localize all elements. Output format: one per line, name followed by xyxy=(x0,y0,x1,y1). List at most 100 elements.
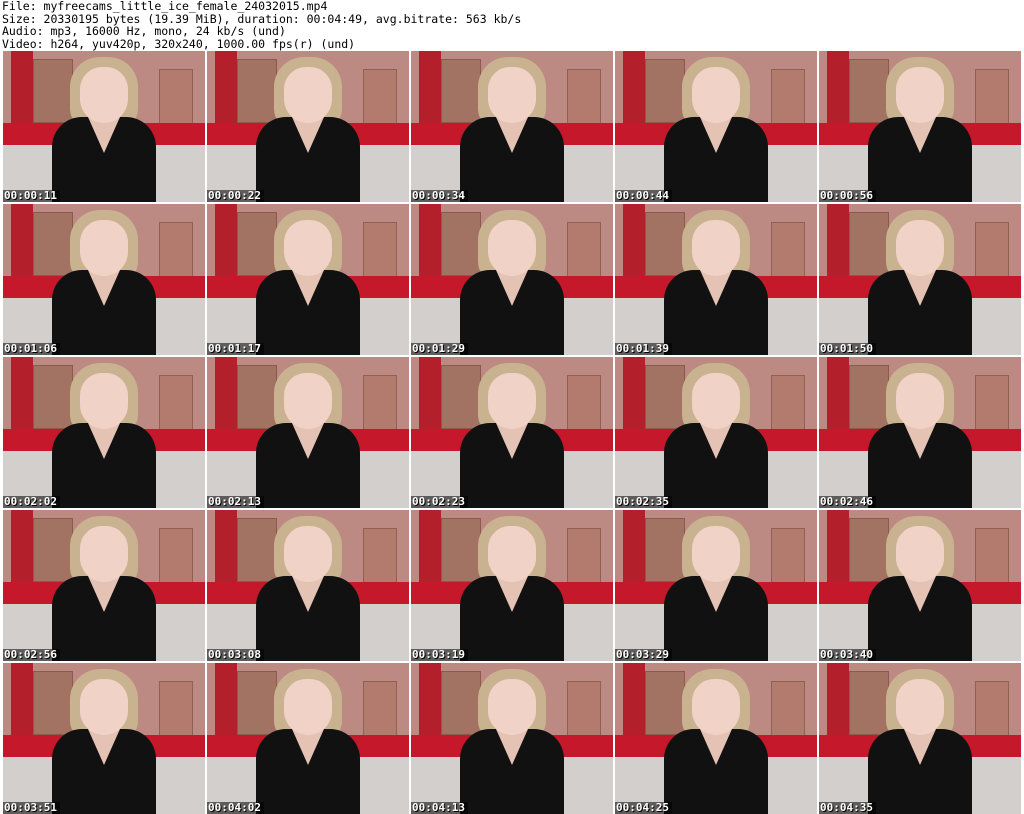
thumbnail-timestamp: 00:00:11 xyxy=(3,190,60,202)
thumbnail-timestamp: 00:02:56 xyxy=(3,649,60,661)
person xyxy=(248,51,368,202)
thumbnail-timestamp: 00:00:34 xyxy=(411,190,468,202)
video-thumbnail: 00:02:46 xyxy=(819,357,1021,508)
video-thumbnail: 00:01:29 xyxy=(411,204,613,355)
thumbnail-timestamp: 00:03:51 xyxy=(3,802,60,814)
thumbnail-timestamp: 00:01:06 xyxy=(3,343,60,355)
file-info-header: File: myfreecams_little_ice_female_24032… xyxy=(2,0,1022,50)
thumbnail-timestamp: 00:03:29 xyxy=(615,649,672,661)
person xyxy=(44,51,164,202)
person xyxy=(44,204,164,355)
person xyxy=(860,510,980,661)
video-thumbnail: 00:00:22 xyxy=(207,51,409,202)
video-thumbnail: 00:04:35 xyxy=(819,663,1021,814)
person xyxy=(656,663,776,814)
person xyxy=(248,204,368,355)
face xyxy=(284,526,332,582)
face xyxy=(284,373,332,429)
video-thumbnail: 00:03:29 xyxy=(615,510,817,661)
thumbnail-timestamp: 00:02:35 xyxy=(615,496,672,508)
person xyxy=(248,357,368,508)
thumbnail-timestamp: 00:04:13 xyxy=(411,802,468,814)
person xyxy=(656,51,776,202)
face xyxy=(692,373,740,429)
thumbnail-timestamp: 00:04:35 xyxy=(819,802,876,814)
face xyxy=(896,373,944,429)
video-thumbnail: 00:00:44 xyxy=(615,51,817,202)
video-thumbnail: 00:04:13 xyxy=(411,663,613,814)
thumbnail-timestamp: 00:00:56 xyxy=(819,190,876,202)
face xyxy=(896,67,944,123)
face xyxy=(692,526,740,582)
face xyxy=(488,679,536,735)
thumbnail-grid: 00:00:11 00:00:22 00:00:34 00:00:44 00:00:56… xyxy=(3,51,1021,814)
face xyxy=(488,220,536,276)
video-thumbnail: 00:02:13 xyxy=(207,357,409,508)
video-thumbnail: 00:02:02 xyxy=(3,357,205,508)
person xyxy=(452,357,572,508)
thumbnail-timestamp: 00:01:29 xyxy=(411,343,468,355)
video-thumbnail: 00:03:08 xyxy=(207,510,409,661)
person xyxy=(860,204,980,355)
face xyxy=(896,526,944,582)
thumbnail-timestamp: 00:04:02 xyxy=(207,802,264,814)
face xyxy=(80,679,128,735)
thumbnail-timestamp: 00:02:13 xyxy=(207,496,264,508)
thumbnail-timestamp: 00:00:22 xyxy=(207,190,264,202)
face xyxy=(80,220,128,276)
audio-info-line: Audio: mp3, 16000 Hz, mono, 24 kb/s (und… xyxy=(2,24,286,38)
thumbnail-timestamp: 00:03:08 xyxy=(207,649,264,661)
video-thumbnail: 00:02:35 xyxy=(615,357,817,508)
thumbnail-timestamp: 00:01:50 xyxy=(819,343,876,355)
person xyxy=(44,663,164,814)
thumbnail-timestamp: 00:02:02 xyxy=(3,496,60,508)
video-thumbnail: 00:03:19 xyxy=(411,510,613,661)
person xyxy=(248,510,368,661)
video-thumbnail: 00:04:02 xyxy=(207,663,409,814)
thumbnail-timestamp: 00:02:23 xyxy=(411,496,468,508)
person xyxy=(860,663,980,814)
face xyxy=(80,526,128,582)
thumbnail-timestamp: 00:01:39 xyxy=(615,343,672,355)
person xyxy=(44,357,164,508)
video-thumbnail: 00:03:40 xyxy=(819,510,1021,661)
video-thumbnail: 00:01:17 xyxy=(207,204,409,355)
face xyxy=(692,220,740,276)
face xyxy=(692,67,740,123)
person xyxy=(656,510,776,661)
thumbnail-timestamp: 00:03:40 xyxy=(819,649,876,661)
video-thumbnail: 00:03:51 xyxy=(3,663,205,814)
video-thumbnail: 00:04:25 xyxy=(615,663,817,814)
person xyxy=(860,51,980,202)
thumbnail-timestamp: 00:03:19 xyxy=(411,649,468,661)
face xyxy=(80,373,128,429)
video-thumbnail: 00:02:56 xyxy=(3,510,205,661)
video-thumbnail: 00:00:11 xyxy=(3,51,205,202)
person xyxy=(656,204,776,355)
face xyxy=(80,67,128,123)
person xyxy=(452,204,572,355)
person xyxy=(452,663,572,814)
person xyxy=(452,51,572,202)
video-thumbnail: 00:00:34 xyxy=(411,51,613,202)
video-thumbnail: 00:01:50 xyxy=(819,204,1021,355)
video-thumbnail: 00:02:23 xyxy=(411,357,613,508)
video-thumbnail: 00:00:56 xyxy=(819,51,1021,202)
face xyxy=(284,220,332,276)
face xyxy=(488,526,536,582)
face xyxy=(284,679,332,735)
person xyxy=(656,357,776,508)
face xyxy=(896,220,944,276)
video-info-line: Video: h264, yuv420p, 320x240, 1000.00 f… xyxy=(2,36,356,51)
thumbnail-timestamp: 00:04:25 xyxy=(615,802,672,814)
person xyxy=(248,663,368,814)
face xyxy=(896,679,944,735)
thumbnail-timestamp: 00:00:44 xyxy=(615,190,672,202)
video-thumbnail: 00:01:39 xyxy=(615,204,817,355)
person xyxy=(452,510,572,661)
person xyxy=(44,510,164,661)
thumbnail-timestamp: 00:02:46 xyxy=(819,496,876,508)
face xyxy=(284,67,332,123)
person xyxy=(860,357,980,508)
face xyxy=(488,67,536,123)
